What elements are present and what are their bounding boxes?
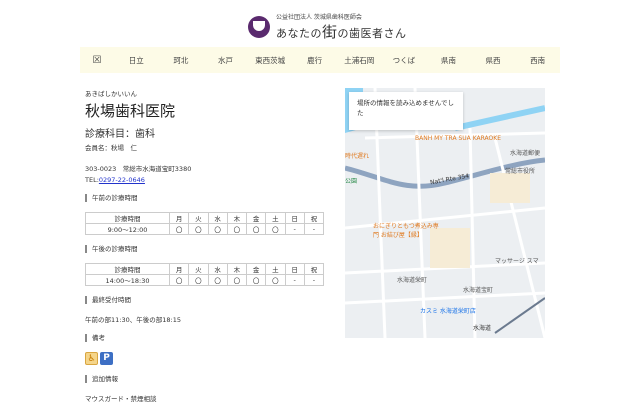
th: 金 — [245, 212, 267, 224]
member-name: 会員名：秋場 仁 — [85, 144, 137, 152]
nav-item[interactable]: つくば — [382, 55, 427, 66]
td: 14:00～18:30 — [85, 274, 170, 286]
nav-item[interactable]: 水戸 — [203, 55, 248, 66]
wheelchair-icon: ♿ — [85, 352, 98, 365]
region-nav: ☒ 日立 珂北 水戸 東西茨城 鹿行 土浦石岡 つくば 県南 県西 西南 — [80, 47, 560, 73]
am-heading: 午前の診療時間 — [85, 194, 330, 202]
site-title-post: の歯医者さん — [337, 27, 407, 40]
map-label: 水海道宝町 — [463, 287, 494, 294]
facility-icons: ♿ P — [85, 352, 330, 365]
th: 火 — [188, 263, 209, 275]
th: 金 — [245, 263, 267, 275]
nav-item[interactable]: 県西 — [471, 55, 516, 66]
extra-text: マウスガード・禁煙相談 — [85, 395, 157, 403]
clinic-kana: あきばしかいいん — [85, 90, 137, 98]
map-error-popup: 場所の情報を読み込めませんでした — [349, 92, 463, 130]
th: 祝 — [303, 212, 325, 224]
td: - — [303, 223, 325, 235]
map[interactable]: 場所の情報を読み込めませんでした BANH MY TRA SUA KARAOKE… — [345, 88, 545, 338]
last-reception-text: 午前の部11:30、午後の部18:15 — [85, 316, 181, 324]
td: 〇 — [188, 274, 209, 286]
td: 〇 — [188, 223, 209, 235]
department: 診療科目：歯科 — [85, 129, 155, 140]
th: 月 — [168, 212, 190, 224]
td: 〇 — [245, 223, 267, 235]
nav-item[interactable]: 東西茨城 — [248, 55, 293, 66]
th: 木 — [226, 263, 248, 275]
th: 日 — [284, 212, 305, 224]
map-label: 水海道 — [473, 325, 492, 332]
td: 9:00～12:00 — [85, 223, 170, 235]
td: 〇 — [265, 274, 286, 286]
th: 火 — [188, 212, 209, 224]
nav-item[interactable]: 珂北 — [159, 55, 204, 66]
th: 月 — [168, 263, 190, 275]
map-label: カスミ 水海道栄町店 — [420, 308, 476, 315]
td: 〇 — [168, 274, 190, 286]
th: 祝 — [303, 263, 325, 275]
clinic-info: あきばしかいいん 秋場歯科医院 診療科目：歯科 会員名：秋場 仁 303-002… — [85, 88, 330, 403]
logo-mark-icon — [248, 16, 270, 38]
td: - — [284, 274, 305, 286]
nav-item[interactable]: 県南 — [426, 55, 471, 66]
nav-item[interactable]: 土浦石岡 — [337, 55, 382, 66]
td: 〇 — [207, 274, 228, 286]
td: - — [303, 274, 325, 286]
tel: TEL:0297-22-0646 — [85, 176, 330, 184]
td: 〇 — [265, 223, 286, 235]
nav-item[interactable]: 鹿行 — [292, 55, 337, 66]
am-hours-table: 診療時間月火水木金土日祝 9:00～12:00 〇〇〇〇〇〇 - - — [85, 212, 325, 235]
map-label: 水海道郵便 — [510, 150, 541, 157]
map-label: 時代遅れ — [345, 153, 370, 160]
last-reception-heading: 最終受付時間 — [85, 296, 330, 304]
site-header: 公益社団法人 茨城県歯科医師会 あなたの街の歯医者さん — [0, 0, 640, 46]
th: 診療時間 — [85, 263, 170, 275]
th: 水 — [207, 212, 228, 224]
map-label: 公園 — [345, 178, 358, 185]
pm-heading: 午後の診療時間 — [85, 245, 330, 253]
clinic-name: 秋場歯科医院 — [85, 102, 176, 120]
map-label: 水海道栄町 — [397, 277, 428, 284]
map-label: おにぎりともつ煮込み専門 お結び屋【縁】 — [373, 223, 439, 239]
td: 〇 — [168, 223, 190, 235]
td: 〇 — [245, 274, 267, 286]
th: 土 — [265, 263, 286, 275]
site-title: あなたの街の歯医者さん — [276, 21, 407, 42]
td: 〇 — [226, 223, 248, 235]
site-title-pre: あなたの — [276, 27, 322, 40]
extra-heading: 追加情報 — [85, 375, 330, 383]
map-label: 常総市役所 — [505, 168, 536, 175]
address: 303-0023 常総市水海道宝町3380 — [85, 165, 192, 173]
td: - — [284, 223, 305, 235]
nav-item[interactable]: 西南 — [515, 55, 560, 66]
th: 水 — [207, 263, 228, 275]
map-icon[interactable]: ☒ — [80, 55, 114, 66]
th: 診療時間 — [85, 212, 170, 224]
td: 〇 — [207, 223, 228, 235]
tel-link[interactable]: 0297-22-0646 — [99, 176, 145, 184]
nav-item[interactable]: 日立 — [114, 55, 159, 66]
td: 〇 — [226, 274, 248, 286]
notes-heading: 備考 — [85, 334, 330, 342]
site-logo[interactable]: 公益社団法人 茨城県歯科医師会 あなたの街の歯医者さん — [248, 12, 407, 42]
map-label: マッサージ スマ — [495, 258, 539, 265]
tel-label: TEL: — [85, 176, 99, 184]
pm-hours-table: 診療時間月火水木金土日祝 14:00～18:30 〇〇〇〇〇〇 - - — [85, 263, 325, 286]
th: 木 — [226, 212, 248, 224]
th: 日 — [284, 263, 305, 275]
map-label: BANH MY TRA SUA KARAOKE — [415, 135, 501, 142]
site-title-big: 街 — [322, 23, 338, 41]
org-name: 公益社団法人 茨城県歯科医師会 — [276, 14, 362, 21]
parking-icon: P — [100, 352, 113, 365]
th: 土 — [265, 212, 286, 224]
